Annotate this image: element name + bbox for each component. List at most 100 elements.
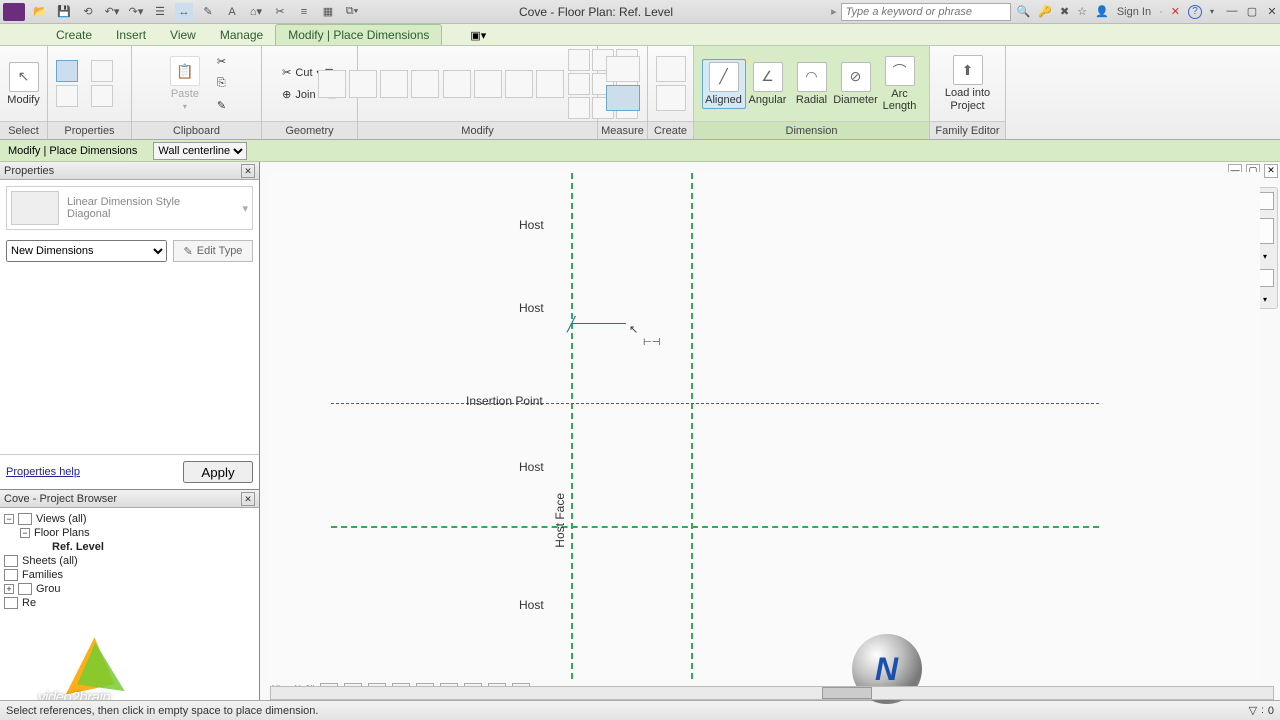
undo-icon[interactable]: ↶▾ xyxy=(103,3,121,21)
horizontal-scrollbar[interactable] xyxy=(270,686,1274,700)
reference-line-insertion[interactable] xyxy=(331,403,1099,404)
filter-icon[interactable]: ▽ xyxy=(1249,704,1257,717)
text-icon[interactable]: A xyxy=(223,3,241,21)
reference-line-hostface[interactable] xyxy=(331,526,1099,528)
edit-type-button[interactable]: ✎Edit Type xyxy=(173,240,253,262)
type-selector[interactable]: Linear Dimension Style Diagonal ▾ xyxy=(6,186,253,230)
instance-filter-select[interactable]: New Dimensions xyxy=(6,240,167,262)
measure-icon[interactable]: ☰ xyxy=(151,3,169,21)
align-button[interactable] xyxy=(318,70,346,98)
title-dropdown-icon[interactable]: ▸ xyxy=(831,5,837,18)
aligned-dimension-button[interactable]: ╱Aligned xyxy=(702,59,746,109)
offset-button[interactable] xyxy=(349,70,377,98)
properties-help-link[interactable]: Properties help xyxy=(6,466,80,478)
nav-dropdown-icon-2[interactable]: ▾ xyxy=(1263,295,1267,304)
tree-item-floorplans[interactable]: Floor Plans xyxy=(34,527,90,539)
subscription-icon[interactable]: 🔑 xyxy=(1038,5,1052,18)
tab-create[interactable]: Create xyxy=(44,25,104,45)
nav-dropdown-icon[interactable]: ▾ xyxy=(1263,252,1267,261)
tree-item-families[interactable]: Families xyxy=(22,569,63,581)
properties-close-icon[interactable]: ✕ xyxy=(241,164,255,178)
browser-header[interactable]: Cove - Project Browser ✕ xyxy=(0,490,259,508)
close-button[interactable]: ✕ xyxy=(1264,5,1280,18)
mirror-draw-button[interactable] xyxy=(411,70,439,98)
ribbon-expand-icon[interactable]: ▣▾ xyxy=(462,26,494,45)
switch-win-icon[interactable]: ⧉▾ xyxy=(343,3,361,21)
label-host-face: Host Face xyxy=(553,493,567,548)
pin-button[interactable] xyxy=(568,73,590,95)
search-icon[interactable]: 🔍 xyxy=(1017,5,1031,18)
3d-icon[interactable]: ⌂▾ xyxy=(247,3,265,21)
tree-item-groups[interactable]: Grou xyxy=(36,583,60,595)
measure-button[interactable] xyxy=(606,56,640,82)
reference-line-vertical-2[interactable] xyxy=(691,173,693,679)
redo-icon[interactable]: ↷▾ xyxy=(127,3,145,21)
exchange-apps-icon[interactable]: ✕ xyxy=(1171,5,1180,18)
tab-view[interactable]: View xyxy=(158,25,208,45)
save-icon[interactable]: 💾 xyxy=(55,3,73,21)
move-button[interactable] xyxy=(443,70,471,98)
type-properties-button[interactable] xyxy=(91,60,113,82)
tree-item-views[interactable]: Views (all) xyxy=(36,513,87,525)
search-input[interactable] xyxy=(841,3,1011,21)
browser-tree[interactable]: −Views (all) −Floor Plans Ref. Level She… xyxy=(0,508,259,700)
cut-geometry-button-x[interactable]: ✂ xyxy=(213,52,230,72)
reference-line-vertical-1[interactable] xyxy=(571,173,573,679)
family-types-button[interactable] xyxy=(56,85,78,107)
dim-icon[interactable]: ↔ xyxy=(175,3,193,21)
diameter-dimension-button[interactable]: ⊘Diameter xyxy=(834,60,878,108)
exchange-icon[interactable]: ✖ xyxy=(1060,5,1069,18)
expand-icon[interactable]: + xyxy=(4,584,14,594)
create-group-button[interactable] xyxy=(656,56,686,82)
tree-item-links[interactable]: Re xyxy=(22,597,36,609)
trim-ext-button[interactable] xyxy=(568,97,590,119)
tree-item-sheets[interactable]: Sheets (all) xyxy=(22,555,78,567)
tab-insert[interactable]: Insert xyxy=(104,25,158,45)
measure-between-button[interactable] xyxy=(606,85,640,111)
section-icon[interactable]: ✂ xyxy=(271,3,289,21)
pick-line-select[interactable]: Wall centerline xyxy=(153,142,247,160)
open-icon[interactable]: 📂 xyxy=(31,3,49,21)
trim-button[interactable] xyxy=(536,70,564,98)
favorite-icon[interactable]: ☆ xyxy=(1077,5,1087,18)
create-similar-button[interactable] xyxy=(656,85,686,111)
mirror-pick-button[interactable] xyxy=(380,70,408,98)
match-type-button[interactable]: ✎ xyxy=(213,96,230,116)
signin-link[interactable]: Sign In xyxy=(1117,6,1151,18)
split-button[interactable] xyxy=(568,49,590,71)
sync-icon[interactable]: ⟲ xyxy=(79,3,97,21)
arc-length-dimension-button[interactable]: ⌒Arc Length xyxy=(878,54,922,114)
app-icon[interactable] xyxy=(3,3,25,21)
expand-icon[interactable]: − xyxy=(20,528,30,538)
scrollbar-thumb[interactable] xyxy=(822,687,872,699)
tree-item-reflevel[interactable]: Ref. Level xyxy=(52,541,104,553)
close-hidden-icon[interactable]: ▦ xyxy=(319,3,337,21)
view-close-icon[interactable]: ✕ xyxy=(1264,164,1278,178)
browser-close-icon[interactable]: ✕ xyxy=(241,492,255,506)
properties-button[interactable] xyxy=(56,60,78,82)
properties-header[interactable]: Properties ✕ xyxy=(0,162,259,180)
rotate-button[interactable] xyxy=(505,70,533,98)
views-icon xyxy=(18,513,32,525)
copy-clipboard-button[interactable]: ⎘ xyxy=(213,74,230,94)
angular-dimension-button[interactable]: ∠Angular xyxy=(746,60,790,108)
radial-dimension-button[interactable]: ◠Radial xyxy=(790,60,834,108)
paste-button[interactable]: 📋Paste▾ xyxy=(163,54,207,113)
help-icon[interactable]: ? xyxy=(1188,5,1202,19)
tab-modify-place-dimensions[interactable]: Modify | Place Dimensions xyxy=(275,24,442,45)
maximize-button[interactable]: ▢ xyxy=(1244,5,1260,18)
user-icon[interactable]: 👤 xyxy=(1095,5,1109,18)
load-into-project-button[interactable]: ⬆Load into Project xyxy=(936,53,999,113)
copy-button[interactable] xyxy=(474,70,502,98)
minimize-button[interactable]: — xyxy=(1224,5,1240,18)
modify-button[interactable]: ↖Modify xyxy=(5,60,41,108)
tab-manage[interactable]: Manage xyxy=(208,25,275,45)
apply-button[interactable]: Apply xyxy=(183,461,253,483)
tag-icon[interactable]: ✎ xyxy=(199,3,217,21)
expand-icon[interactable]: − xyxy=(4,514,14,524)
family-category-button[interactable] xyxy=(91,85,113,107)
type-dropdown-icon[interactable]: ▾ xyxy=(242,202,248,215)
thin-lines-icon[interactable]: ≡ xyxy=(295,3,313,21)
properties-palette: Properties ✕ Linear Dimension Style Diag… xyxy=(0,162,259,490)
drawing-canvas[interactable]: — ▢ ✕ ▾ ▾ Host Host Insertion Point Host… xyxy=(260,162,1280,700)
